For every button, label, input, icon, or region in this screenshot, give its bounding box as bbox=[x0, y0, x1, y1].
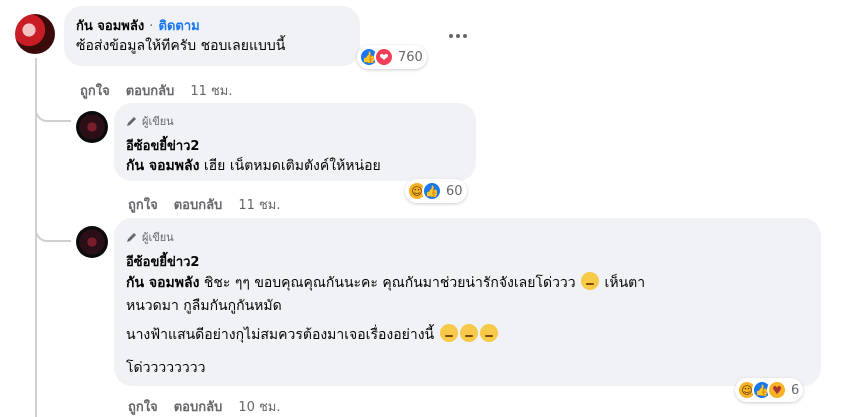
like-button[interactable]: ถูกใจ bbox=[128, 396, 158, 417]
reaction-count: 6 bbox=[791, 382, 800, 398]
reply-bubble: ผู้เขียน อีซ้อขยี้ข่าว2 กัน จอมพลัง ชิชะ… bbox=[114, 218, 821, 386]
reply-text: เฮีย เน็ตหมดเติมตังค์ให้หน่อย bbox=[199, 158, 381, 174]
like-icon: 👍 bbox=[422, 181, 442, 201]
more-options-icon[interactable] bbox=[449, 34, 467, 38]
mention-link[interactable]: กัน จอมพลัง bbox=[126, 275, 199, 291]
unamused-emoji-icon bbox=[479, 324, 498, 342]
comment-author[interactable]: กัน จอมพลัง bbox=[76, 19, 144, 34]
like-button[interactable]: ถูกใจ bbox=[128, 194, 158, 215]
author-badge-label: ผู้เขียน bbox=[142, 231, 174, 244]
timestamp[interactable]: 10 ชม. bbox=[238, 396, 280, 417]
reply-text-line1-tail: เห็นตา bbox=[600, 275, 646, 291]
comment-actions: ถูกใจ ตอบกลับ 11 ชม. bbox=[80, 80, 233, 101]
reply-actions: ถูกใจ ตอบกลับ 11 ชม. bbox=[128, 194, 281, 215]
timestamp[interactable]: 11 ชม. bbox=[238, 194, 280, 215]
reply-text-line4: โด่วววววววว bbox=[126, 360, 206, 376]
author-badge: ผู้เขียน bbox=[126, 228, 174, 246]
reply-text-line1: ชิชะ ๆๆ ขอบคุณคุณกันนะคะ คุณกันมาช่วยน่า… bbox=[199, 275, 576, 291]
reply-bubble: ผู้เขียน อีซ้อขยี้ข่าว2 กัน จอมพลัง เฮีย… bbox=[114, 103, 476, 181]
reply-button[interactable]: ตอบกลับ bbox=[174, 396, 223, 417]
pencil-icon bbox=[127, 117, 136, 126]
avatar[interactable] bbox=[76, 111, 108, 143]
timestamp[interactable]: 11 ชม. bbox=[190, 80, 232, 101]
love-icon: ❤ bbox=[374, 47, 394, 67]
reply-text-line2: หนวดมา กูลืมกันกูกันหมัด bbox=[126, 298, 282, 314]
reply-text-line3: นางฟ้าแสนดีอย่างกุไม่สมควรต้องมาเจอเรื่อ… bbox=[126, 327, 435, 343]
reply-author[interactable]: อีซ้อขยี้ข่าว2 bbox=[126, 251, 199, 272]
reaction-count: 760 bbox=[398, 49, 423, 65]
mention-link[interactable]: กัน จอมพลัง bbox=[126, 158, 199, 174]
reply-actions: ถูกใจ ตอบกลับ 10 ชม. bbox=[128, 396, 281, 417]
follow-button[interactable]: ติดตาม bbox=[159, 19, 200, 34]
neutral-emoji-icon bbox=[439, 324, 458, 342]
eye-roll-emoji-icon bbox=[459, 324, 478, 342]
avatar[interactable] bbox=[15, 14, 55, 54]
thread-branch bbox=[35, 90, 71, 122]
reply-text-line: กัน จอมพลัง ชิชะ ๆๆ ขอบคุณคุณกันนะคะ คุณ… bbox=[126, 272, 645, 293]
reaction-summary[interactable]: ☺ 👍 ♥ 6 bbox=[735, 378, 804, 402]
reply-text-line: กัน จอมพลัง เฮีย เน็ตหมดเติมตังค์ให้หน่อ… bbox=[126, 156, 381, 176]
pencil-icon bbox=[127, 233, 136, 242]
reaction-summary[interactable]: 👍 ❤ 760 bbox=[357, 45, 427, 69]
reaction-count: 60 bbox=[446, 183, 463, 199]
author-badge: ผู้เขียน bbox=[126, 112, 174, 130]
author-badge-label: ผู้เขียน bbox=[142, 115, 174, 128]
reply-text-line3-row: นางฟ้าแสนดีอย่างกุไม่สมควรต้องมาเจอเรื่อ… bbox=[126, 324, 499, 345]
relieved-emoji-icon bbox=[581, 272, 600, 290]
separator-dot: · bbox=[149, 19, 154, 34]
reply-author[interactable]: อีซ้อขยี้ข่าว2 bbox=[126, 135, 199, 156]
comment-text: ซ้อส่งข้อมูลให้ทีครับ ชอบเลยแบบนี้ bbox=[76, 38, 286, 54]
reply-button[interactable]: ตอบกลับ bbox=[126, 80, 175, 101]
avatar[interactable] bbox=[76, 226, 108, 258]
like-button[interactable]: ถูกใจ bbox=[80, 80, 110, 101]
reply-button[interactable]: ตอบกลับ bbox=[174, 194, 223, 215]
reaction-summary[interactable]: ☺ 👍 60 bbox=[405, 179, 467, 203]
care-icon: ♥ bbox=[767, 380, 787, 400]
comment-bubble: กัน จอมพลัง · ติดตาม ซ้อส่งข้อมูลให้ทีคร… bbox=[64, 6, 360, 66]
thread-branch bbox=[35, 210, 71, 242]
